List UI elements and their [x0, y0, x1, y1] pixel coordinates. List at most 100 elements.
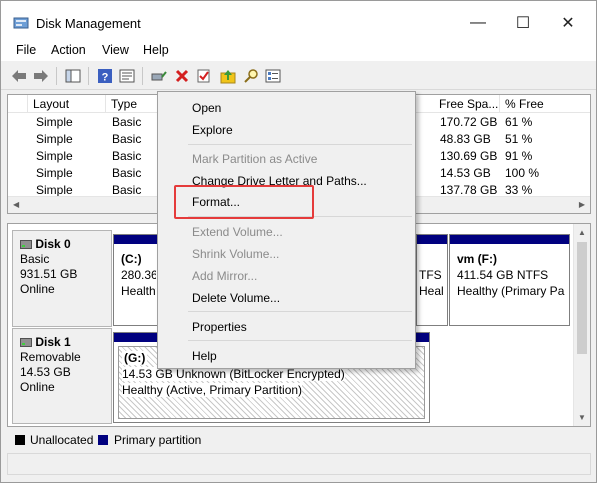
- minimize-button[interactable]: —: [456, 9, 500, 37]
- toolbar: ?: [1, 62, 596, 90]
- disk-1-name: Disk 1: [35, 335, 71, 349]
- legend-primary-partition: Primary partition: [114, 433, 202, 447]
- svg-text:?: ?: [102, 72, 109, 84]
- disk-1-label[interactable]: Disk 1 Removable 14.53 GB Online: [12, 328, 112, 424]
- list-view-icon[interactable]: [264, 67, 282, 85]
- menu-shrink-volume: Shrink Volume...: [192, 247, 280, 261]
- partition-c[interactable]: (C:) 280.36 ( Healthy: [113, 234, 161, 326]
- disk-icon: [20, 338, 32, 347]
- partition-hidden[interactable]: TFS Healthy (P: [416, 234, 448, 326]
- menu-open[interactable]: Open: [192, 100, 221, 116]
- cell-free-space: 130.69 GB: [440, 149, 498, 163]
- disk-1-status: Online: [20, 380, 55, 394]
- unallocated-swatch: [15, 435, 25, 445]
- disk-0-label[interactable]: Disk 0 Basic 931.51 GB Online: [12, 230, 112, 327]
- cell-layout: Simple: [36, 166, 73, 180]
- close-button[interactable]: ✕: [546, 9, 590, 37]
- header-percent-free[interactable]: % Free: [500, 95, 590, 113]
- partition-f-body: vm (F:) 411.54 GB NTFS Healthy (Primary …: [454, 248, 565, 322]
- menu-delete-volume[interactable]: Delete Volume...: [192, 290, 280, 306]
- header-free-space[interactable]: Free Spa...: [434, 95, 500, 113]
- disk-icon: [20, 240, 32, 249]
- window-title: Disk Management: [36, 16, 141, 31]
- scroll-up-icon[interactable]: ▲: [578, 228, 586, 237]
- partition-f[interactable]: vm (F:) 411.54 GB NTFS Healthy (Primary …: [449, 234, 570, 326]
- partition-g-size: 14.53 GB Unknown (BitLocker Encrypted): [122, 367, 345, 381]
- partition-hidden-body: TFS Healthy (P: [417, 248, 443, 322]
- scrollbar-thumb[interactable]: [577, 242, 587, 354]
- menu-add-mirror: Add Mirror...: [192, 269, 258, 283]
- status-bar: [7, 453, 591, 475]
- help-icon[interactable]: ?: [96, 67, 114, 85]
- menu-mark-partition-active: Mark Partition as Active: [192, 152, 318, 166]
- menu-separator: [188, 340, 412, 341]
- menu-separator: [188, 144, 412, 145]
- cell-type: Basic: [112, 115, 142, 129]
- maximize-button[interactable]: ☐: [501, 9, 545, 37]
- format-highlight-box: [174, 185, 314, 219]
- disk-0-size: 931.51 GB: [20, 267, 78, 281]
- checkmark-icon[interactable]: [195, 67, 213, 85]
- cell-type: Basic: [112, 149, 142, 163]
- cell-type: Basic: [112, 132, 142, 146]
- cell-free-space: 170.72 GB: [440, 115, 498, 129]
- cell-percent-free: 100 %: [505, 166, 540, 180]
- context-menu: Open Explore Mark Partition as Active Ch…: [157, 91, 416, 369]
- forward-arrow-icon[interactable]: [32, 67, 50, 85]
- partition-c-label: (C:): [121, 252, 142, 266]
- menu-extend-volume: Extend Volume...: [192, 225, 283, 239]
- disk-management-app-icon: [13, 17, 29, 29]
- menu-view[interactable]: View: [102, 43, 129, 57]
- primary-partition-swatch: [98, 435, 108, 445]
- partition-c-status: Healthy: [121, 284, 156, 298]
- scroll-down-icon[interactable]: ▼: [578, 413, 586, 422]
- scroll-left-icon[interactable]: ◀: [13, 200, 19, 209]
- legend-unallocated: Unallocated: [30, 433, 94, 447]
- primary-partition-bar: [417, 235, 447, 244]
- header-layout[interactable]: Layout: [28, 95, 106, 113]
- menu-separator: [188, 311, 412, 312]
- disk-1-size: 14.53 GB: [20, 365, 71, 379]
- partition-g-label: (G:): [122, 351, 148, 365]
- cell-percent-free: 51 %: [505, 132, 533, 146]
- disk-0-type: Basic: [20, 252, 50, 266]
- title-bar: Disk Management — ☐ ✕: [1, 1, 596, 39]
- cell-layout: Simple: [36, 132, 73, 146]
- menu-action[interactable]: Action: [51, 43, 86, 57]
- connect-icon[interactable]: [150, 67, 168, 85]
- cell-percent-free: 91 %: [505, 149, 533, 163]
- console-tree-icon[interactable]: [64, 67, 82, 85]
- partition-g-status: Healthy (Active, Primary Partition): [122, 383, 303, 397]
- menu-help-item[interactable]: Help: [192, 348, 217, 364]
- primary-partition-bar: [114, 235, 160, 244]
- cell-free-space: 48.83 GB: [440, 132, 491, 146]
- menu-bar: File Action View Help: [1, 39, 596, 61]
- disk-0-status: Online: [20, 282, 55, 296]
- delete-icon[interactable]: [173, 67, 191, 85]
- menu-help[interactable]: Help: [143, 43, 169, 57]
- partition-c-body: (C:) 280.36 ( Healthy: [118, 248, 156, 322]
- legend: Unallocated Primary partition: [7, 429, 591, 451]
- cell-free-space: 14.53 GB: [440, 166, 491, 180]
- menu-properties[interactable]: Properties: [192, 319, 247, 335]
- partition-f-size: 411.54 GB NTFS: [457, 268, 549, 282]
- partition-f-status: Healthy (Primary Pa: [457, 284, 565, 298]
- partition-c-size: 280.36 (: [121, 268, 156, 282]
- menu-explore[interactable]: Explore: [192, 122, 233, 138]
- partition-f-label: vm (F:): [457, 252, 497, 266]
- partition-hidden-status: Healthy (P: [419, 284, 443, 298]
- up-folder-icon[interactable]: [219, 67, 237, 85]
- search-icon[interactable]: [242, 67, 260, 85]
- scroll-right-icon[interactable]: ▶: [579, 200, 585, 209]
- cell-layout: Simple: [36, 115, 73, 129]
- disk-0-name: Disk 0: [35, 237, 71, 251]
- menu-file[interactable]: File: [16, 43, 36, 57]
- cell-percent-free: 61 %: [505, 115, 533, 129]
- properties-icon[interactable]: [118, 67, 136, 85]
- cell-type: Basic: [112, 166, 142, 180]
- disk-1-type: Removable: [20, 350, 81, 364]
- header-blank: [8, 95, 28, 113]
- partition-hidden-size: TFS: [419, 268, 442, 282]
- vertical-scrollbar[interactable]: ▲ ▼: [573, 224, 590, 426]
- back-arrow-icon[interactable]: [10, 67, 28, 85]
